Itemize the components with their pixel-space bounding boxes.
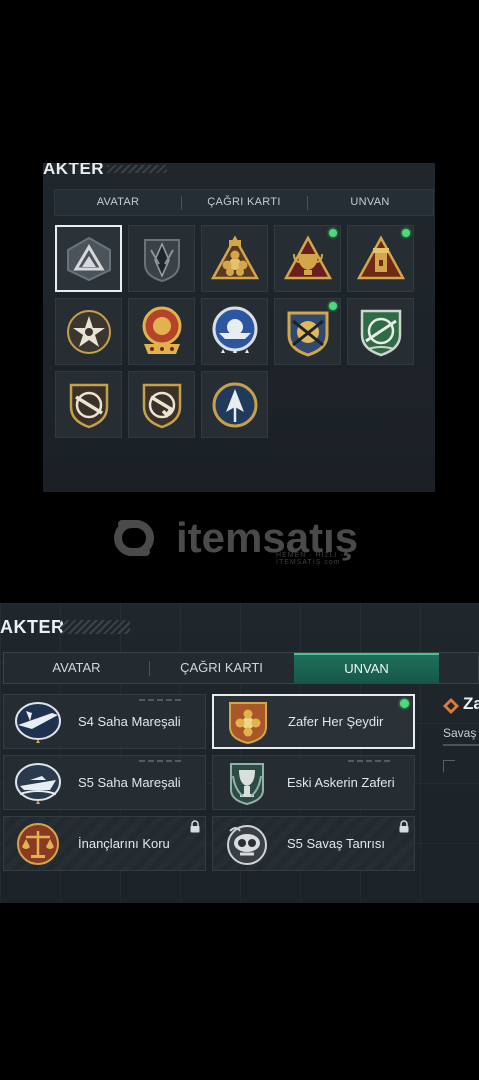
new-item-indicator <box>402 229 410 237</box>
card-decoration-lines <box>139 699 183 701</box>
title-card[interactable]: S4 Saha Mareşali <box>3 694 206 749</box>
gold-medal-emblem-icon <box>229 701 267 744</box>
selected-title-subheading: Savaş <box>443 726 477 740</box>
gold-flower-triangle-emblem-icon <box>210 234 259 279</box>
emblem-cell[interactable] <box>201 371 268 438</box>
lock-icon <box>190 820 200 833</box>
watermark: itemsatış HEMEN · HIZLI · İTEMSATIŞ.com <box>100 516 358 566</box>
card-decoration-lines <box>348 760 392 762</box>
watermark-subtext: HEMEN · HIZLI · İTEMSATIŞ.com <box>276 552 344 566</box>
triangle-mountain-emblem-icon <box>66 236 111 281</box>
tower-triangle-emblem-icon <box>356 234 405 279</box>
title-label: S4 Saha Mareşali <box>78 714 181 729</box>
scales-emblem-icon <box>17 822 59 865</box>
trophy-triangle-emblem-icon <box>283 234 332 279</box>
emblem-cell[interactable] <box>128 371 195 438</box>
emblem-cell[interactable] <box>55 225 122 292</box>
emblem-cell[interactable] <box>201 225 268 292</box>
title-stripes-decoration <box>107 165 167 173</box>
emblem-cell[interactable] <box>274 298 341 365</box>
tab-calling-card[interactable]: ÇAĞRI KARTI <box>181 190 307 215</box>
star-circle-emblem-icon <box>66 309 111 354</box>
tab-avatar[interactable]: AVATAR <box>55 190 181 215</box>
tab-avatar[interactable]: AVATAR <box>4 653 149 683</box>
tab-calling-card[interactable]: ÇAĞRI KARTI <box>149 653 294 683</box>
corner-bracket-decoration <box>443 760 455 772</box>
title-card[interactable]: S5 Saha Mareşali <box>3 755 206 810</box>
arrowhead-shield-emblem-icon <box>143 238 180 282</box>
tab-bar: AVATAR ÇAĞRI KARTI UNVAN <box>3 652 479 684</box>
trophy-wreath-emblem-icon <box>230 762 264 805</box>
title-stripes-decoration <box>60 620 130 634</box>
character-panel-bottom: AKTER AVATAR ÇAĞRI KARTI UNVAN S4 Saha M… <box>0 603 479 903</box>
jet-plane-emblem-icon <box>15 701 61 743</box>
emblem-cell[interactable] <box>55 371 122 438</box>
title-card[interactable]: Eski Askerin Zaferi <box>212 755 415 810</box>
emblem-cell[interactable] <box>347 298 414 365</box>
new-item-indicator <box>329 302 337 310</box>
emblem-cell[interactable] <box>347 225 414 292</box>
title-card[interactable]: Zafer Her Şeydir <box>212 694 415 749</box>
emblem-cell[interactable] <box>274 225 341 292</box>
new-item-indicator <box>329 229 337 237</box>
selected-title-heading: Za <box>463 694 479 713</box>
title-label: S5 Saha Mareşali <box>78 775 181 790</box>
sun-ship-stars-emblem-icon <box>212 306 257 353</box>
rifle-shield-emblem-icon <box>69 383 108 428</box>
title-label: Zafer Her Şeydir <box>288 714 384 729</box>
tab-title[interactable]: UNVAN <box>294 653 439 683</box>
emblem-cell[interactable] <box>201 298 268 365</box>
title-label: İnançlarını Koru <box>78 836 170 851</box>
diamond-emblem-icon <box>443 698 459 714</box>
emblem-cell[interactable] <box>128 225 195 292</box>
pistol-shield-emblem-icon <box>142 383 181 428</box>
tab-title[interactable]: UNVAN <box>307 190 433 215</box>
divider <box>443 744 479 746</box>
character-panel-top: AKTER AVATAR ÇAĞRI KARTI UNVAN <box>43 163 435 492</box>
title-list: S4 Saha Mareşali Zafer Her Şeydir S5 Sah… <box>3 694 415 871</box>
medal-stars-emblem-icon <box>142 306 181 354</box>
title-card[interactable]: İnançlarını Koru <box>3 816 206 871</box>
card-decoration-lines <box>139 760 183 762</box>
emblem-grid <box>55 225 427 438</box>
tab-bar: AVATAR ÇAĞRI KARTI UNVAN <box>54 189 434 216</box>
speedboat-emblem-icon <box>15 762 61 804</box>
lock-icon <box>399 820 409 833</box>
blue-arrow-circle-emblem-icon <box>212 382 257 427</box>
panel-title: AKTER <box>0 617 65 637</box>
title-card[interactable]: S5 Savaş Tanrısı <box>212 816 415 871</box>
green-rifle-shield-emblem-icon <box>360 309 401 356</box>
diver-skull-emblem-icon <box>227 824 267 865</box>
crossed-weapons-shield-emblem-icon <box>287 311 328 357</box>
title-label: S5 Savaş Tanrısı <box>287 836 386 851</box>
emblem-cell[interactable] <box>55 298 122 365</box>
link-logo-icon <box>114 520 154 556</box>
title-label: Eski Askerin Zaferi <box>287 775 395 790</box>
panel-title: AKTER <box>43 163 105 178</box>
new-item-indicator <box>400 699 409 708</box>
emblem-cell[interactable] <box>128 298 195 365</box>
